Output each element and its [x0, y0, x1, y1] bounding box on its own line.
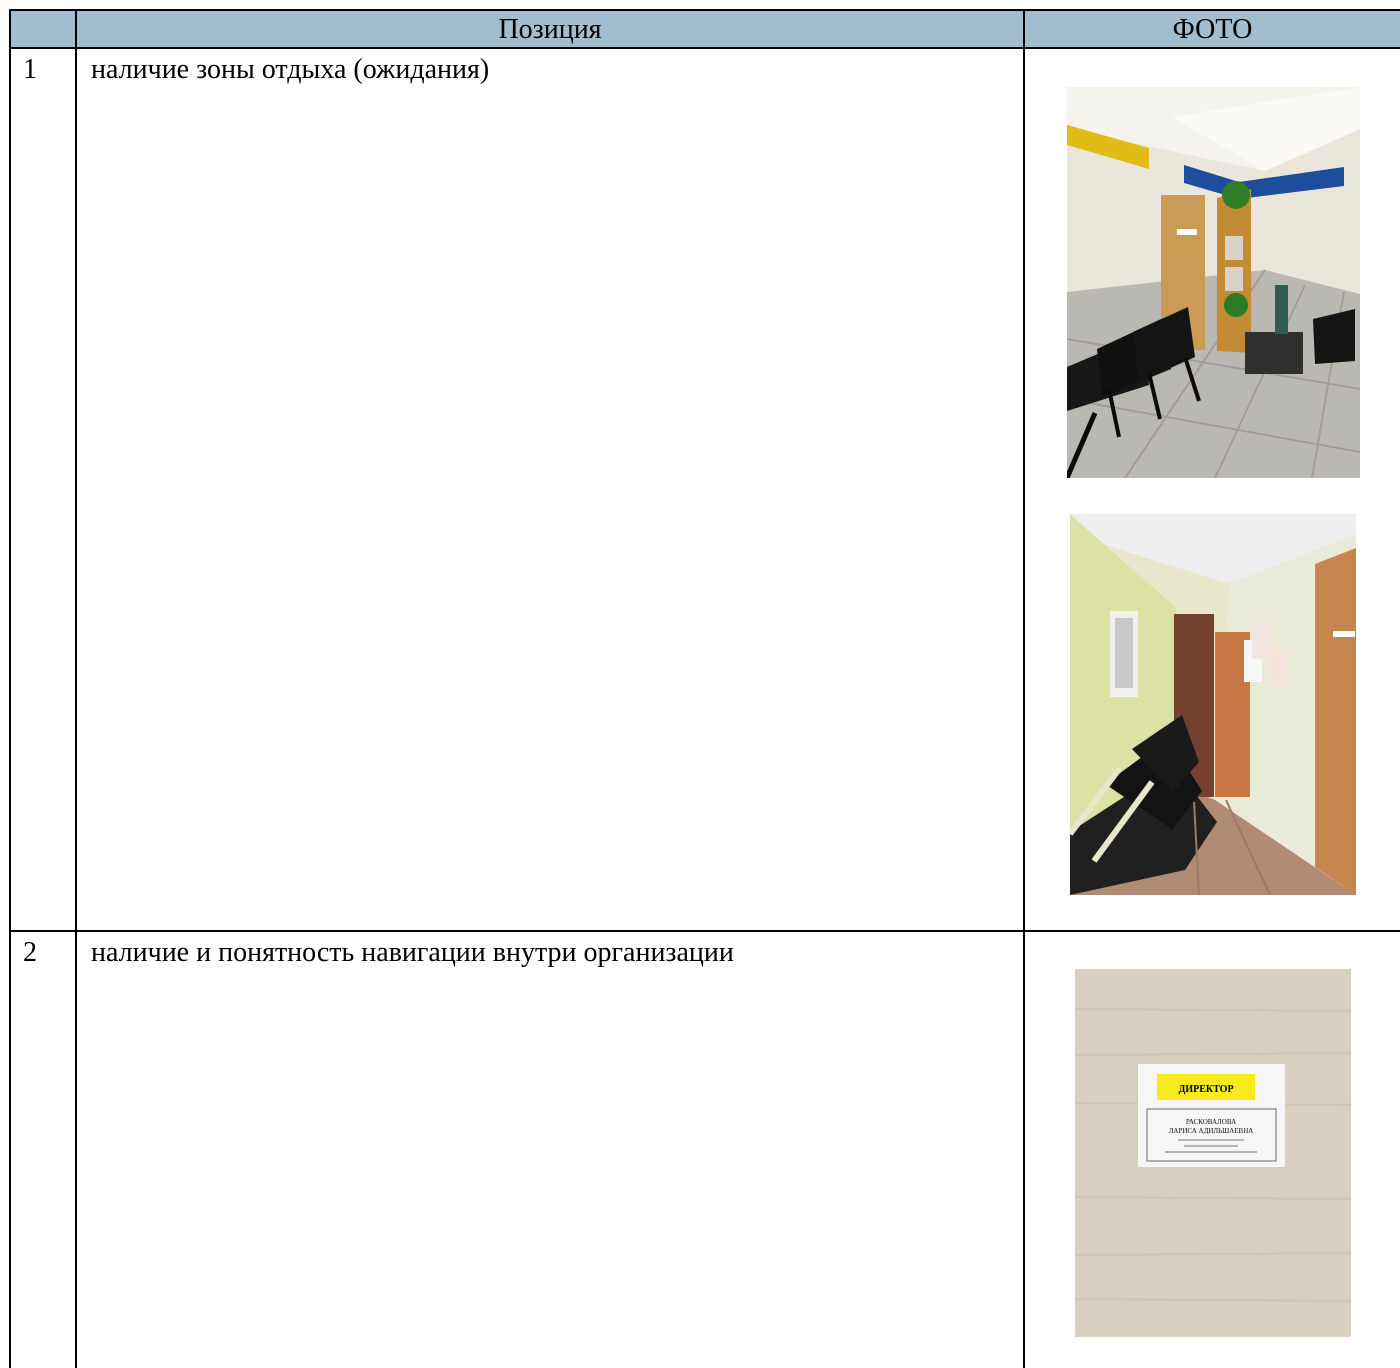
document-table: Позиция ФОТО 1 наличие зоны отдыха (ожид…	[9, 9, 1400, 1368]
table-top-border	[9, 9, 1400, 11]
header-photo: ФОТО	[1172, 14, 1253, 45]
position-text: наличие зоны отдыха (ожидания)	[91, 54, 490, 85]
corridor-image	[1070, 514, 1356, 895]
sign-name-line-1: РАСКОВАЛОВА	[1186, 1118, 1236, 1126]
corridor-photo	[1070, 514, 1356, 895]
sign-title: ДИРЕКТОР	[1178, 1084, 1233, 1095]
director-door-sign-photo: ДИРЕКТОР РАСКОВАЛОВА ЛАРИСА АДИЛЬШАЕВНА	[1075, 969, 1351, 1337]
waiting-area-image	[1067, 87, 1360, 478]
row-1-bottom-border	[9, 930, 1400, 932]
header-position: Позиция	[498, 14, 602, 45]
header-bottom-border	[9, 47, 1400, 49]
sign-name-line-2: ЛАРИСА АДИЛЬШАЕВНА	[1169, 1127, 1254, 1135]
number-column-border	[75, 9, 77, 1368]
row-number: 2	[23, 937, 37, 968]
position-text: наличие и понятность навигации внутри ор…	[91, 937, 734, 968]
row-number: 1	[23, 54, 37, 85]
table-left-border	[9, 9, 11, 1368]
photo-column-border	[1023, 9, 1025, 1368]
director-sign-image: ДИРЕКТОР РАСКОВАЛОВА ЛАРИСА АДИЛЬШАЕВНА	[1075, 969, 1351, 1337]
waiting-area-photo	[1067, 87, 1360, 478]
